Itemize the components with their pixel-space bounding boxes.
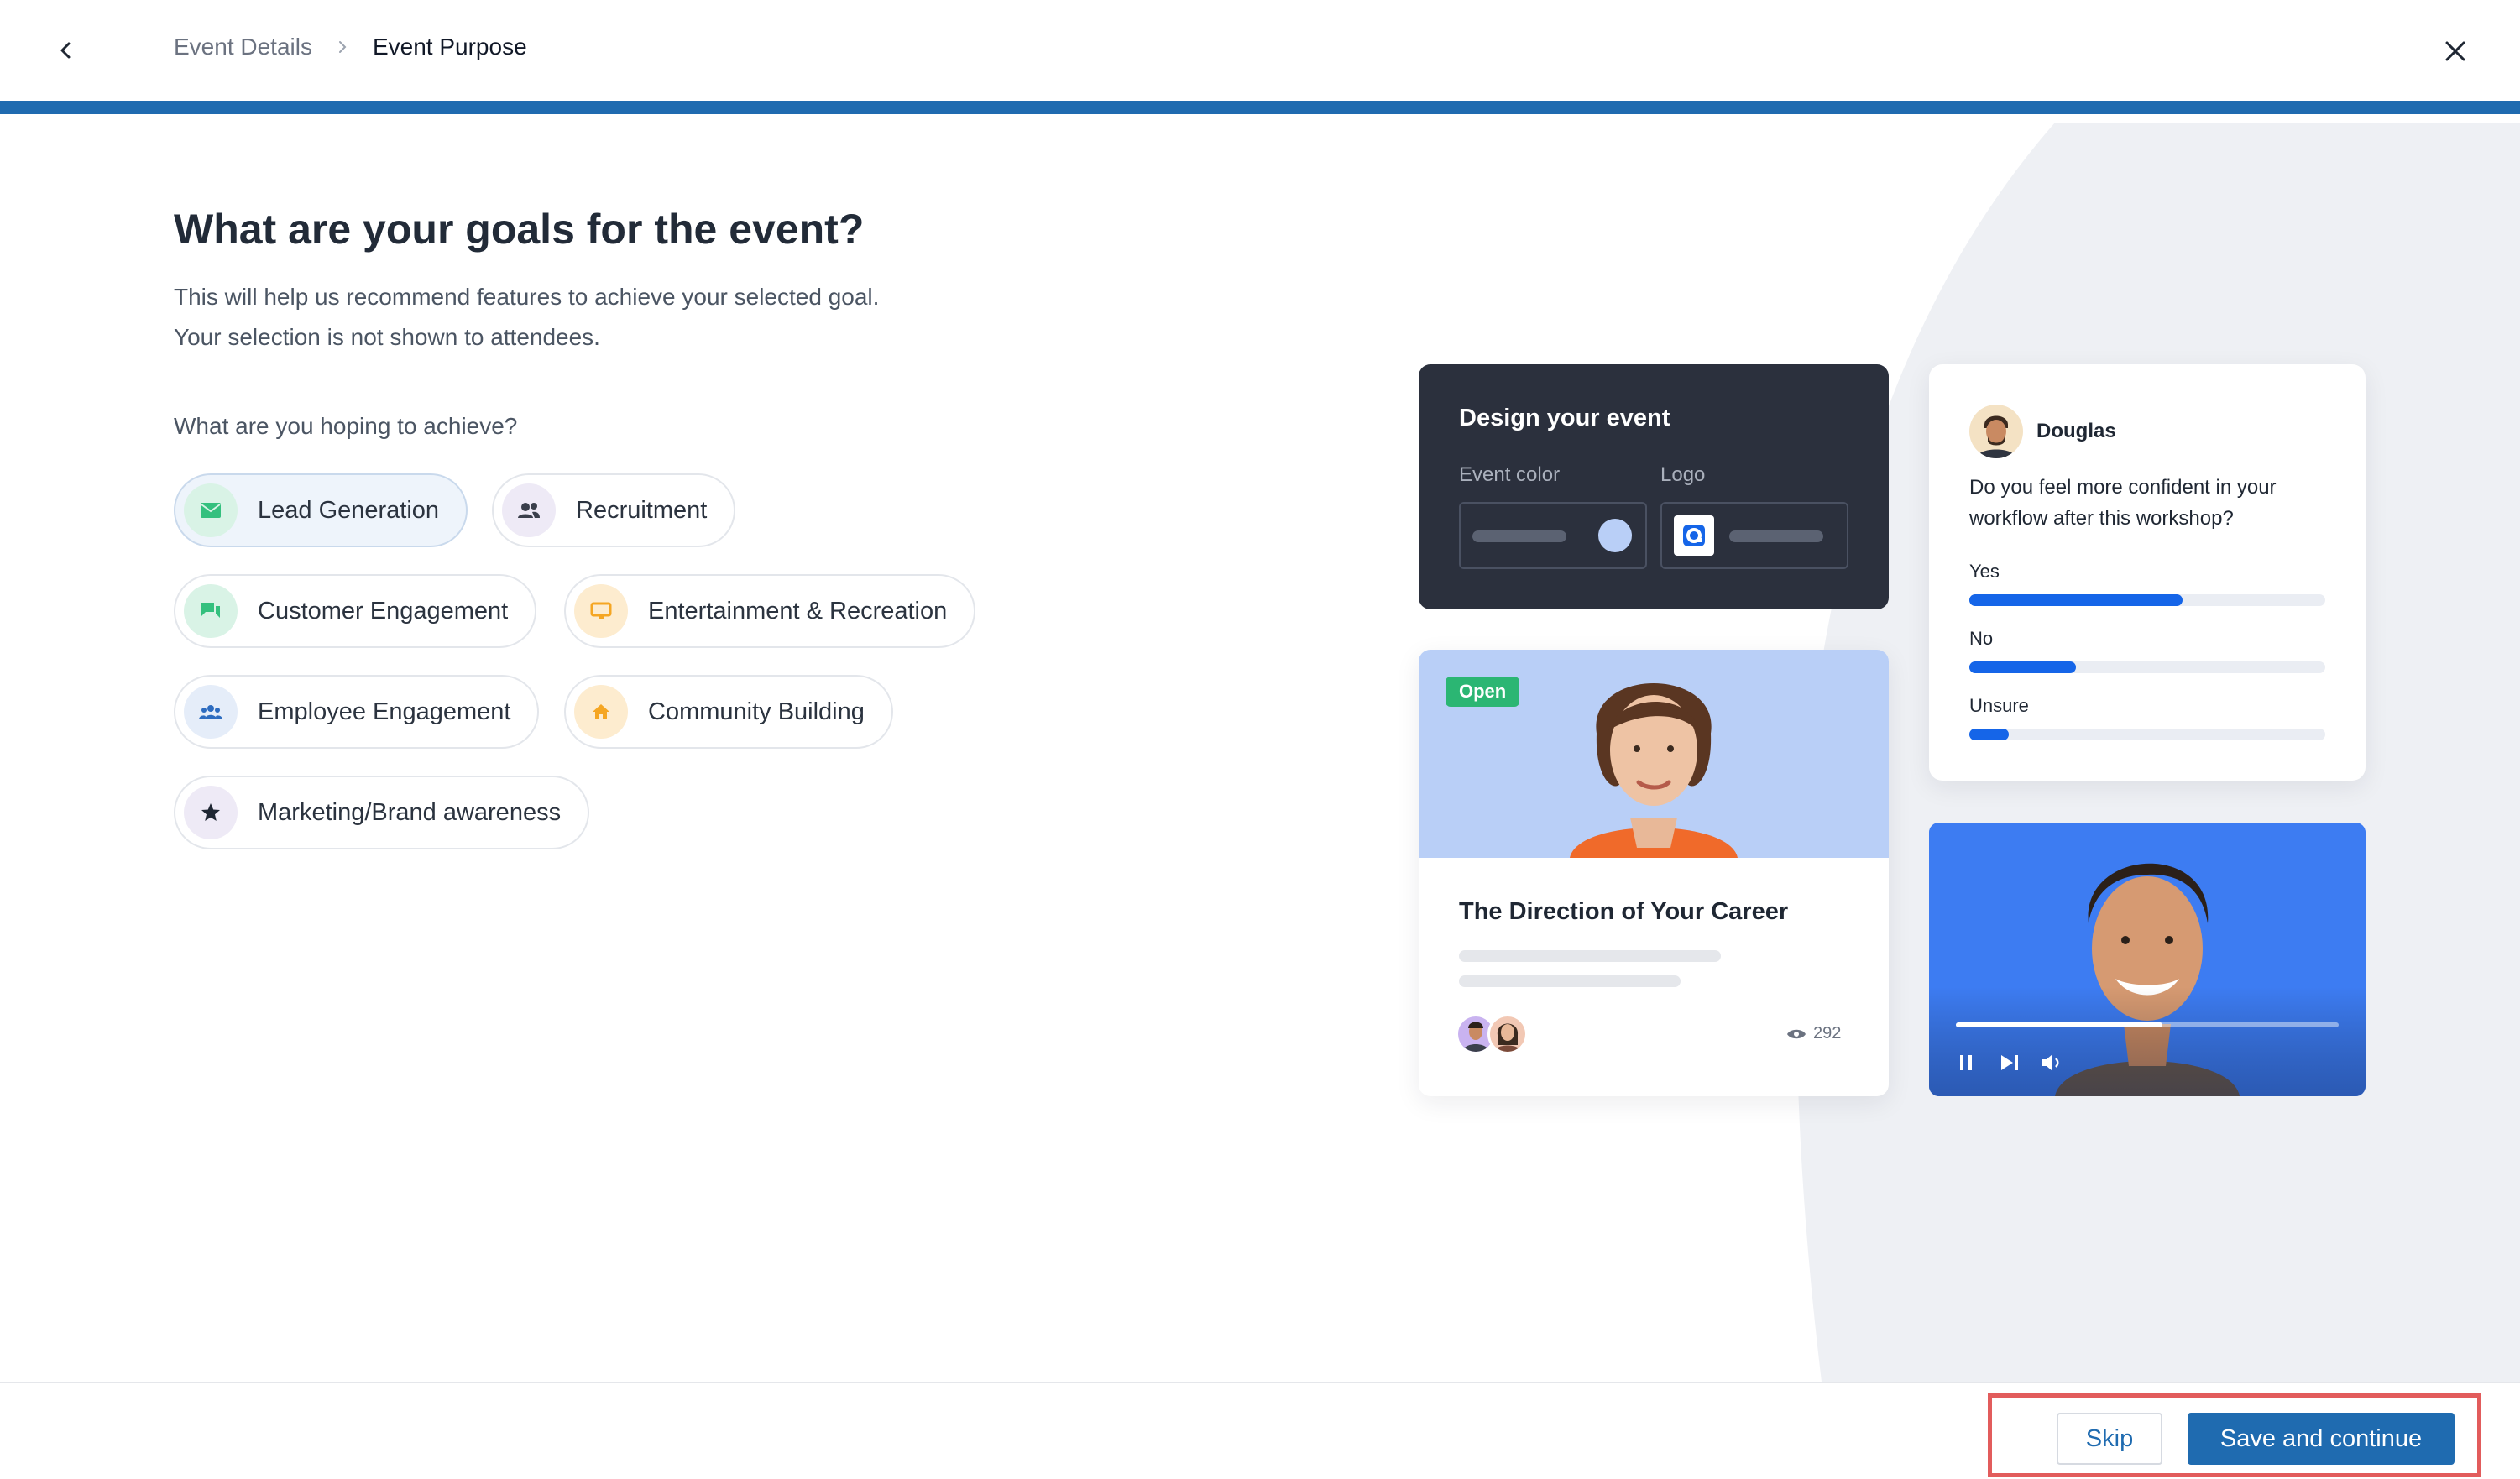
poll-question: Do you feel more confident in your workf… [1969, 476, 2277, 530]
goal-chip-customer-engagement[interactable]: Customer Engagement [174, 574, 537, 648]
subtitle-line-2: Your selection is not shown to attendees… [174, 324, 600, 350]
skip-next-icon [2001, 1055, 2018, 1070]
video-card [1929, 823, 2366, 1096]
page-subtitle: This will help us recommend features to … [174, 277, 879, 358]
poll-option-fill [1969, 594, 2183, 606]
goals-question: What are you hoping to achieve? [174, 413, 518, 439]
speaker-photo: Open [1419, 650, 1889, 858]
goal-chip-label: Lead Generation [258, 496, 440, 524]
goal-chip-label: Employee Engagement [258, 698, 511, 725]
goal-chip-label: Entertainment & Recreation [648, 597, 948, 625]
goal-chip-entertainment-recreation[interactable]: Entertainment & Recreation [564, 574, 976, 648]
skip-next-button[interactable] [1995, 1048, 2025, 1078]
logo-label: Logo [1660, 463, 1706, 486]
volume-icon [2042, 1054, 2059, 1071]
session-card: Open The Direction of Your Career 292 [1419, 650, 1889, 1096]
placeholder-bar [1459, 950, 1721, 962]
goal-chip-recruitment[interactable]: Recruitment [492, 473, 736, 547]
poll-option-fill [1969, 729, 2009, 740]
monitor-icon [574, 584, 628, 638]
video-progress-fill [1956, 1022, 2163, 1027]
goal-chip-community-building[interactable]: Community Building [564, 675, 893, 749]
eye-icon [1787, 1029, 1806, 1038]
avatar [1969, 405, 2023, 458]
view-count: 292 [1786, 1024, 1841, 1043]
poll-card: Douglas Do you feel more confident in yo… [1929, 364, 2366, 781]
goal-chip-label: Recruitment [576, 496, 708, 524]
people-icon [502, 483, 556, 537]
home-icon [574, 685, 628, 739]
placeholder-bar [1729, 530, 1823, 542]
goal-chip-lead-generation[interactable]: Lead Generation [174, 473, 468, 547]
poll-user-name: Douglas [2036, 420, 2116, 442]
page-title: What are your goals for the event? [174, 206, 865, 253]
open-badge: Open [1446, 677, 1520, 707]
star-icon [184, 786, 238, 839]
save-and-continue-button[interactable]: Save and continue [2188, 1413, 2455, 1465]
event-color-field [1459, 502, 1647, 569]
poll-option-label: Yes [1969, 561, 2000, 582]
poll-option-bar [1969, 729, 2325, 740]
poll-option-label: Unsure [1969, 695, 2029, 716]
video-progress-bar[interactable] [1956, 1022, 2339, 1027]
avatar [1487, 1014, 1528, 1054]
poll-option-label: No [1969, 628, 1994, 649]
pause-icon [1960, 1055, 1972, 1070]
view-count-value: 292 [1813, 1024, 1842, 1043]
logo-icon [1674, 515, 1714, 556]
goal-chip-label: Marketing/Brand awareness [258, 798, 562, 826]
mail-icon [184, 483, 238, 537]
goal-chip-label: Community Building [648, 698, 865, 725]
goal-chip-label: Customer Engagement [258, 597, 509, 625]
pause-button[interactable] [1951, 1048, 1981, 1078]
event-color-label: Event color [1459, 463, 1561, 486]
design-card-title: Design your event [1459, 405, 1670, 431]
design-event-card: Design your event Event color Logo [1419, 364, 1889, 609]
placeholder-bar [1472, 530, 1566, 542]
skip-button[interactable]: Skip [2057, 1413, 2162, 1465]
placeholder-bar [1459, 975, 1681, 987]
color-swatch [1598, 519, 1632, 552]
team-icon [184, 685, 238, 739]
subtitle-line-1: This will help us recommend features to … [174, 284, 880, 310]
goal-chip-employee-engagement[interactable]: Employee Engagement [174, 675, 540, 749]
volume-button[interactable] [2036, 1048, 2067, 1078]
session-title: The Direction of Your Career [1459, 898, 1789, 925]
poll-option-bar [1969, 661, 2325, 673]
poll-option-bar [1969, 594, 2325, 606]
poll-option-fill [1969, 661, 2077, 673]
chat-icon [184, 584, 238, 638]
goal-chip-marketing-brand-awareness[interactable]: Marketing/Brand awareness [174, 776, 590, 849]
logo-field [1660, 502, 1848, 569]
